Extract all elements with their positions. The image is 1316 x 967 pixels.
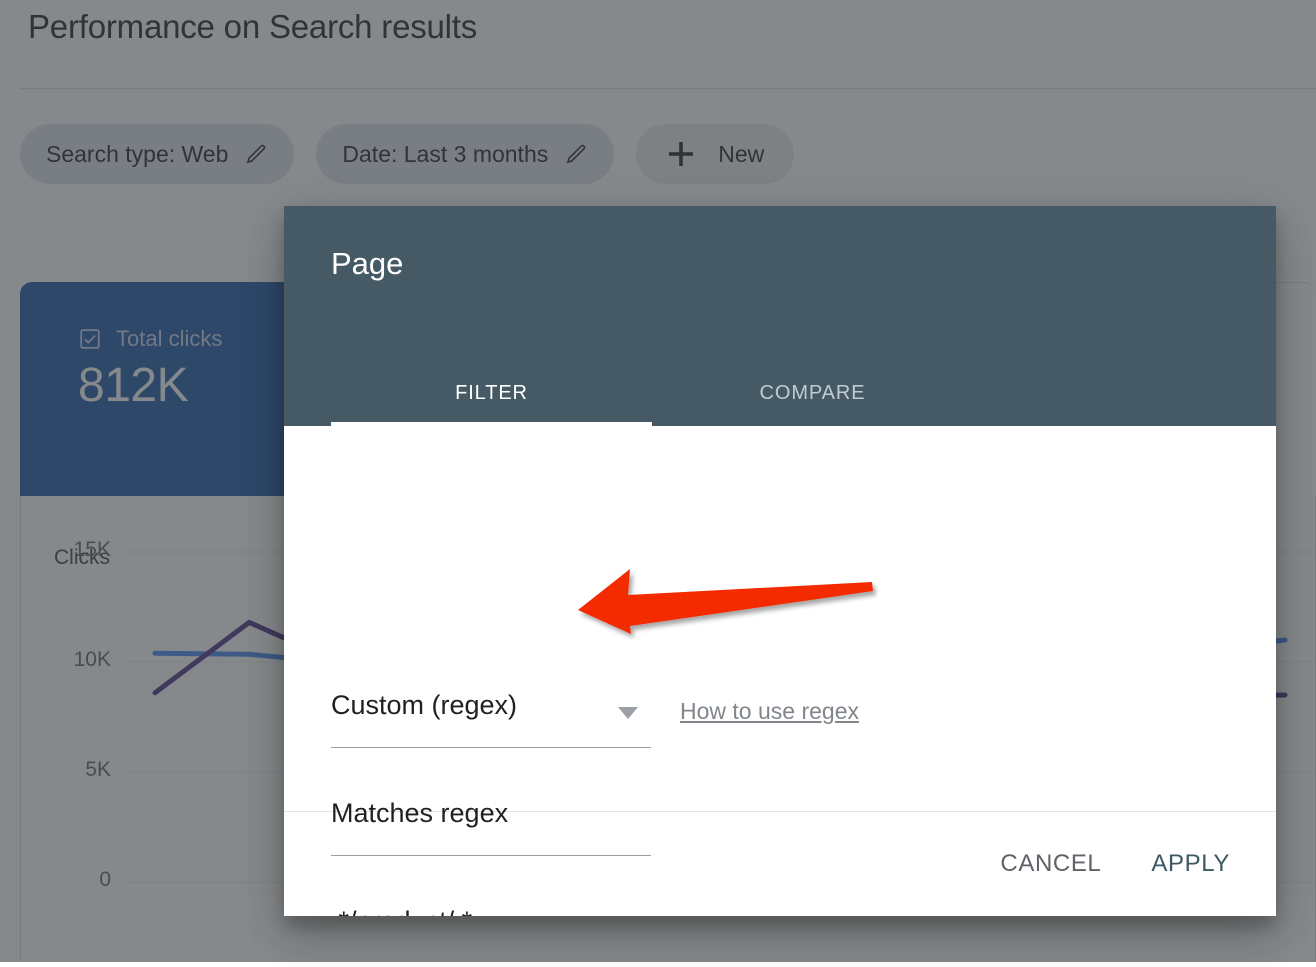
dialog-tab-bar: FILTER COMPARE (331, 360, 973, 426)
dialog-body: Custom (regex) How to use regex Matches … (284, 426, 1276, 811)
match-type-value: Custom (regex) (331, 690, 517, 720)
chevron-down-icon (617, 706, 639, 720)
tab-filter[interactable]: FILTER (331, 360, 652, 426)
cancel-button[interactable]: CANCEL (992, 840, 1109, 888)
operator-value: Matches regex (331, 798, 508, 828)
regex-value-text: .*/product/.* (331, 906, 472, 916)
dialog-header: Page FILTER COMPARE (284, 206, 1276, 426)
tab-filter-label: FILTER (455, 382, 528, 405)
match-type-underline (331, 747, 651, 748)
operator-underline (331, 855, 651, 856)
regex-value-field[interactable]: .*/product/.* (331, 906, 1229, 916)
tab-compare-label: COMPARE (760, 382, 866, 405)
match-type-select[interactable]: Custom (regex) (331, 690, 651, 748)
tab-compare[interactable]: COMPARE (652, 360, 973, 426)
operator-select[interactable]: Matches regex (331, 798, 651, 856)
apply-button[interactable]: APPLY (1143, 840, 1238, 888)
how-to-use-regex-link[interactable]: How to use regex (680, 698, 859, 725)
filter-dialog: Page FILTER COMPARE Custom (regex) How t… (284, 206, 1276, 916)
dialog-title: Page (331, 246, 403, 282)
